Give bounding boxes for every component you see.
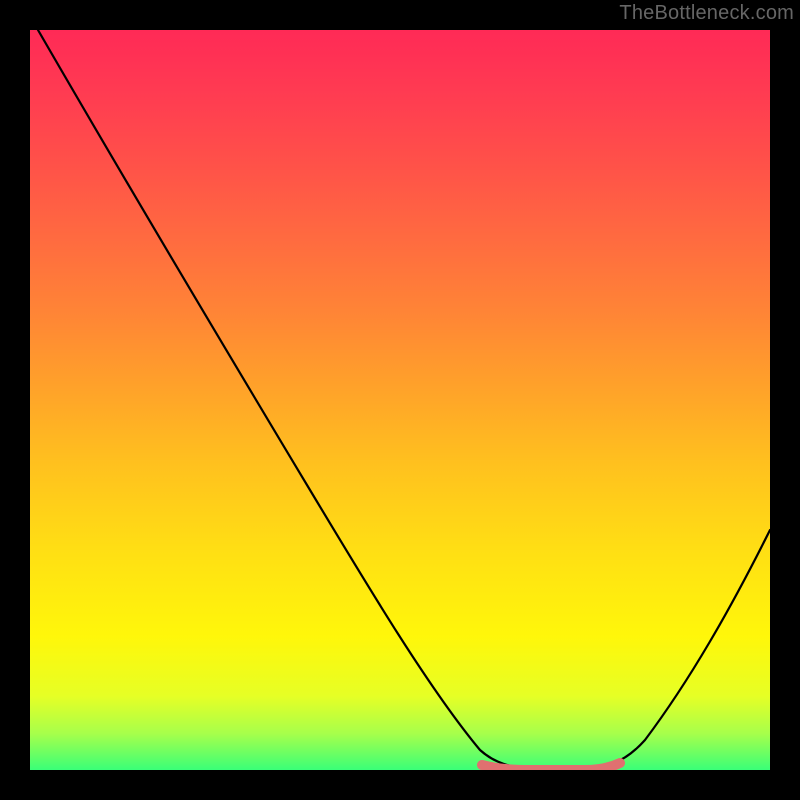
bottleneck-curve [30,30,770,770]
curve-path [38,30,770,768]
attribution-text: TheBottleneck.com [619,2,794,25]
flat-region-marker [482,763,620,770]
chart-container: TheBottleneck.com [0,0,800,800]
plot-area [30,30,770,770]
